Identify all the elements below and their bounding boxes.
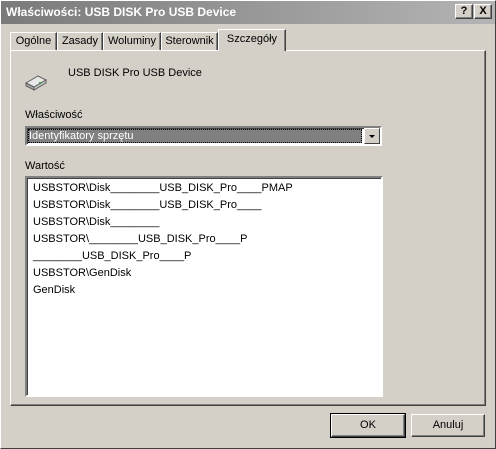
list-item[interactable]: ________USB_DISK_Pro____P	[33, 250, 191, 262]
cancel-button[interactable]: Anuluj	[411, 414, 485, 437]
usb-drive-icon	[24, 72, 48, 94]
list-item[interactable]: USBSTOR\Disk________	[33, 216, 159, 228]
device-name: USB DISK Pro USB Device	[68, 67, 202, 79]
list-item[interactable]: USBSTOR\GenDisk	[33, 267, 131, 279]
close-button[interactable]: X	[474, 4, 492, 19]
tab-driver[interactable]: Sterownik	[161, 32, 218, 50]
tab-policies[interactable]: Zasady	[57, 32, 103, 50]
list-item[interactable]: USBSTOR\Disk________USB_DISK_Pro____PMAP	[33, 182, 293, 194]
list-item[interactable]: USBSTOR\________USB_DISK_Pro____P	[33, 233, 247, 245]
property-select[interactable]: Identyfikatory sprzętu	[25, 126, 382, 146]
list-item[interactable]: GenDisk	[33, 284, 75, 296]
tab-details[interactable]: Szczegóły	[218, 29, 286, 51]
property-selected-value: Identyfikatory sprzętu	[28, 129, 362, 143]
ok-button[interactable]: OK	[330, 413, 406, 438]
list-item[interactable]: USBSTOR\Disk________USB_DISK_Pro____	[33, 199, 261, 211]
tab-general[interactable]: Ogólne	[10, 32, 57, 50]
value-listbox[interactable]: USBSTOR\Disk________USB_DISK_Pro____PMAP…	[25, 176, 383, 397]
title-bar[interactable]: Właściwości: USB DISK Pro USB Device ? X	[0, 0, 496, 24]
property-label: Właściwość	[25, 109, 83, 121]
help-button[interactable]: ?	[455, 4, 473, 19]
dropdown-arrow-icon[interactable]	[364, 128, 380, 144]
window-title: Właściwości: USB DISK Pro USB Device	[6, 5, 237, 19]
value-label: Wartość	[25, 160, 65, 172]
tab-volumes[interactable]: Woluminy	[103, 32, 161, 50]
